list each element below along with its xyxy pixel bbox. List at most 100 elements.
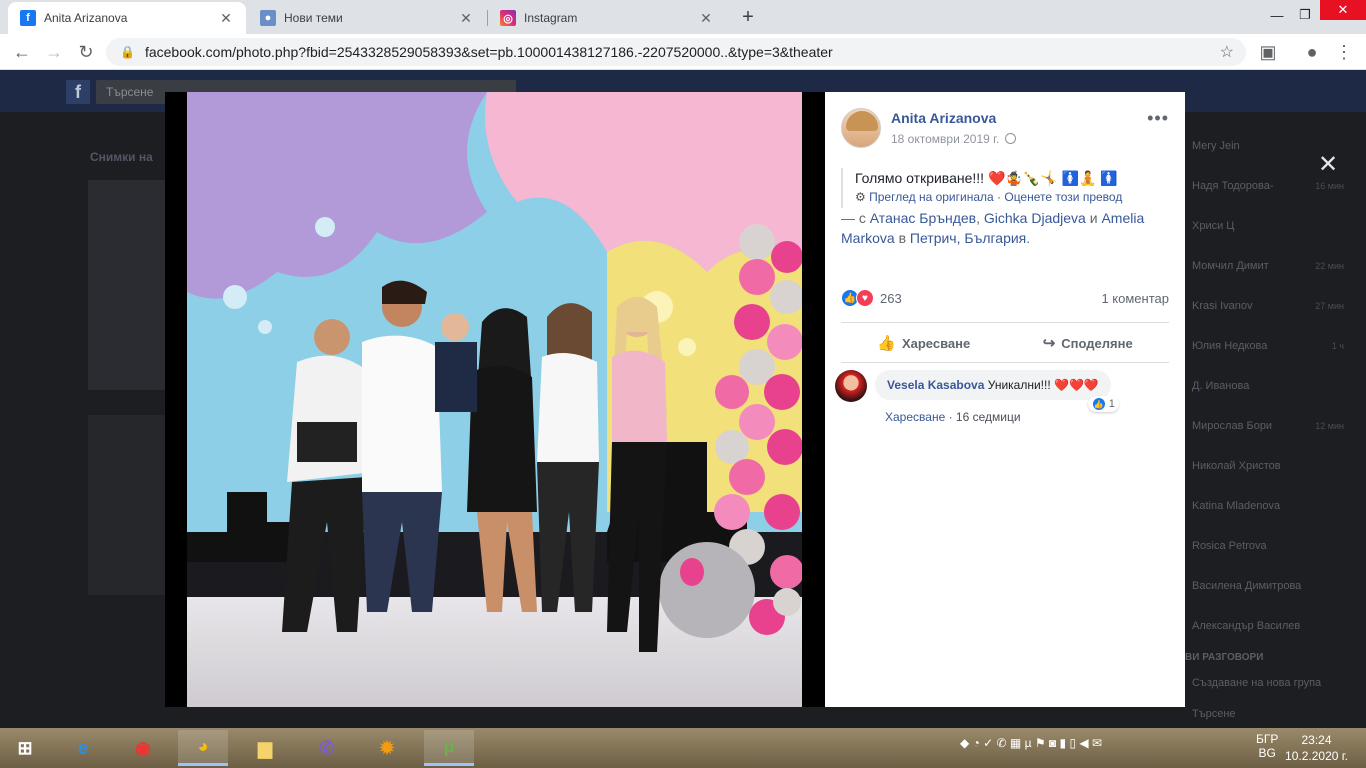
commenter-name[interactable]: Vesela Kasabova (887, 378, 984, 392)
facebook-icon: f (20, 10, 36, 26)
instagram-icon: ◎ (500, 10, 516, 26)
window-close-button[interactable]: ✕ (1320, 0, 1366, 20)
tab-anita-arizanova[interactable]: f Anita Arizanova ✕ (8, 2, 246, 34)
tray-icons[interactable]: ◆ ◔ ✓ ✆ ▦ µ ⚑ ◙ ▮ ▯ ◀ ✉ (960, 736, 1102, 750)
commenter-avatar[interactable] (835, 370, 867, 402)
reactions-bar[interactable]: 👍 ♥ 263 1 коментар (841, 288, 1169, 308)
viber-icon[interactable]: ✆ (302, 730, 352, 766)
chat-sidebar: Mery Jein Надя Тодорова- 16 мин Хриси Ц М… (1185, 126, 1366, 725)
chat-contact[interactable]: Katina Mladenova (1185, 486, 1366, 526)
settings-app-icon[interactable]: ✹ (362, 730, 412, 766)
thumbs-up-icon: 👍 (877, 335, 896, 352)
like-button[interactable]: 👍 Харесване (877, 334, 970, 352)
post-date[interactable]: 18 октомври 2019 г. (891, 132, 1017, 146)
divider (841, 322, 1169, 323)
maximize-button[interactable]: ❐ (1290, 0, 1320, 30)
tab-title: Instagram (524, 11, 578, 25)
see-original-link[interactable]: Преглед на оригинала (869, 190, 994, 204)
chat-contact[interactable]: Александър Василев (1185, 606, 1366, 646)
comments-count[interactable]: 1 коментар (1101, 291, 1169, 306)
chat-contact[interactable]: Krasi Ivanov 27 мин (1185, 286, 1366, 326)
tab-title: Anita Arizanova (44, 11, 128, 25)
more-options-icon[interactable]: ••• (1147, 108, 1169, 129)
post-actions: 👍 Харесване ↪ Споделяне (841, 327, 1169, 359)
group-photo-image (187, 92, 802, 707)
menu-icon[interactable]: ⋮ (1332, 40, 1356, 64)
gear-icon[interactable]: ⚙ (855, 190, 866, 204)
chat-contact[interactable]: Юлия Недкова 1 ч (1185, 326, 1366, 366)
post-sidebar: Anita Arizanova 18 октомври 2019 г. ••• … (825, 92, 1185, 707)
forum-icon: ● (260, 10, 276, 26)
chat-contact[interactable]: Василена Димитрова (1185, 566, 1366, 606)
close-theater-icon[interactable]: ✕ (1318, 150, 1338, 179)
chat-search-input[interactable]: Търсене (1185, 703, 1366, 725)
tagged-person-link[interactable]: Gichka Djadjeva (984, 210, 1086, 226)
minimize-button[interactable]: — (1262, 0, 1292, 30)
section-label: Снимки на (90, 150, 153, 164)
quote-bar (841, 168, 843, 208)
chat-contact[interactable]: Николай Христов (1185, 446, 1366, 486)
comment-reactions[interactable]: 👍 1 (1087, 396, 1119, 412)
author-avatar-wrap[interactable] (841, 108, 881, 148)
author-name[interactable]: Anita Arizanova (891, 110, 996, 126)
create-group-link[interactable]: Създаване на нова група (1185, 663, 1366, 703)
address-bar[interactable]: 🔒 facebook.com/photo.php?fbid=2543328529… (106, 38, 1246, 66)
windows-taskbar: ⊞ e ◉ ◕ ▆ ✆ ✹ µ ◆ ◔ ✓ ✆ ▦ µ ⚑ ◙ ▮ ▯ ◀ ✉ … (0, 728, 1366, 768)
background-photo (88, 180, 168, 390)
exercise-ball (659, 542, 755, 638)
rate-translation-link[interactable]: Оценете този превод (1004, 190, 1122, 204)
file-explorer-icon[interactable]: ▆ (240, 730, 290, 766)
comment-like-link[interactable]: Харесване (885, 410, 945, 424)
extension-icon[interactable]: ▣ (1256, 40, 1280, 64)
forward-button[interactable]: → (42, 40, 66, 64)
love-reaction-icon: ♥ (856, 289, 874, 307)
lock-icon[interactable]: 🔒 (120, 45, 135, 59)
share-button[interactable]: ↪ Споделяне (1043, 334, 1133, 352)
camera-app-icon[interactable]: ◉ (118, 730, 168, 766)
location-link[interactable]: Петрич, България (910, 230, 1026, 246)
bookmark-star-icon[interactable]: ☆ (1220, 42, 1234, 62)
post-text: Голямо откриване!!! ❤️🤹🍾🤸 🚺🧘 🚺 (855, 170, 1118, 186)
internet-explorer-icon[interactable]: e (58, 730, 108, 766)
chat-contact[interactable]: Д. Иванова (1185, 366, 1366, 406)
tagged-person-link[interactable]: Атанас Бръндев (870, 210, 976, 226)
chat-contact[interactable]: Хриси Ц (1185, 206, 1366, 246)
back-button[interactable]: ← (10, 40, 34, 64)
post-content: Голямо откриване!!! ❤️🤹🍾🤸 🚺🧘 🚺 ⚙ Преглед… (841, 168, 1171, 248)
comment-meta: Харесване · 16 седмици (885, 410, 1021, 424)
chat-contact[interactable]: Rosica Petrova (1185, 526, 1366, 566)
reaction-count[interactable]: 263 (880, 291, 902, 306)
comment-text: Уникални!!! ❤️❤️❤️ (987, 378, 1099, 392)
tab-title: Нови теми (284, 11, 343, 25)
divider (841, 362, 1169, 363)
translation-links: ⚙ Преглед на оригинала · Оценете този пр… (855, 190, 1123, 204)
reload-button[interactable]: ↻ (74, 40, 98, 64)
group-conversations-heading: ВИ РАЗГОВОРИ (1185, 652, 1264, 663)
chrome-icon[interactable]: ◕ (178, 730, 228, 766)
chat-contact[interactable]: Мирослав Бори 12 мин (1185, 406, 1366, 446)
language-indicator[interactable]: БГР BG (1256, 732, 1278, 760)
tab-strip: f Anita Arizanova ✕ ● Нови теми ✕ ◎ Inst… (0, 0, 1366, 34)
windows-start-icon[interactable]: ⊞ (0, 730, 50, 766)
chat-contact[interactable]: Момчил Димит 22 мин (1185, 246, 1366, 286)
tab-instagram[interactable]: ◎ Instagram ✕ (488, 2, 726, 34)
utorrent-icon[interactable]: µ (424, 730, 474, 766)
author-avatar[interactable] (841, 108, 881, 148)
close-tab-icon[interactable]: ✕ (698, 10, 714, 27)
post-photo[interactable] (187, 92, 802, 707)
new-tab-button[interactable]: + (737, 6, 759, 29)
facebook-logo-icon[interactable]: f (66, 80, 90, 104)
chat-contact[interactable]: Mery Jein (1185, 126, 1366, 166)
system-clock[interactable]: 23:24 10.2.2020 г. (1285, 732, 1348, 764)
profile-icon[interactable]: ● (1300, 40, 1324, 64)
like-reaction-icon: 👍 (1091, 397, 1106, 411)
tab-novi-temi[interactable]: ● Нови теми ✕ (248, 2, 486, 34)
close-tab-icon[interactable]: ✕ (218, 10, 234, 27)
tagged-line: — с Атанас Бръндев, Gichka Djadjeva и Am… (841, 210, 1145, 246)
comment-time[interactable]: 16 седмици (956, 410, 1021, 424)
share-icon: ↪ (1042, 335, 1056, 352)
close-tab-icon[interactable]: ✕ (458, 10, 474, 27)
background-text-block (88, 415, 168, 595)
chat-contact[interactable]: Надя Тодорова- 16 мин (1185, 166, 1366, 206)
url-text: facebook.com/photo.php?fbid=254332852905… (144, 44, 833, 60)
